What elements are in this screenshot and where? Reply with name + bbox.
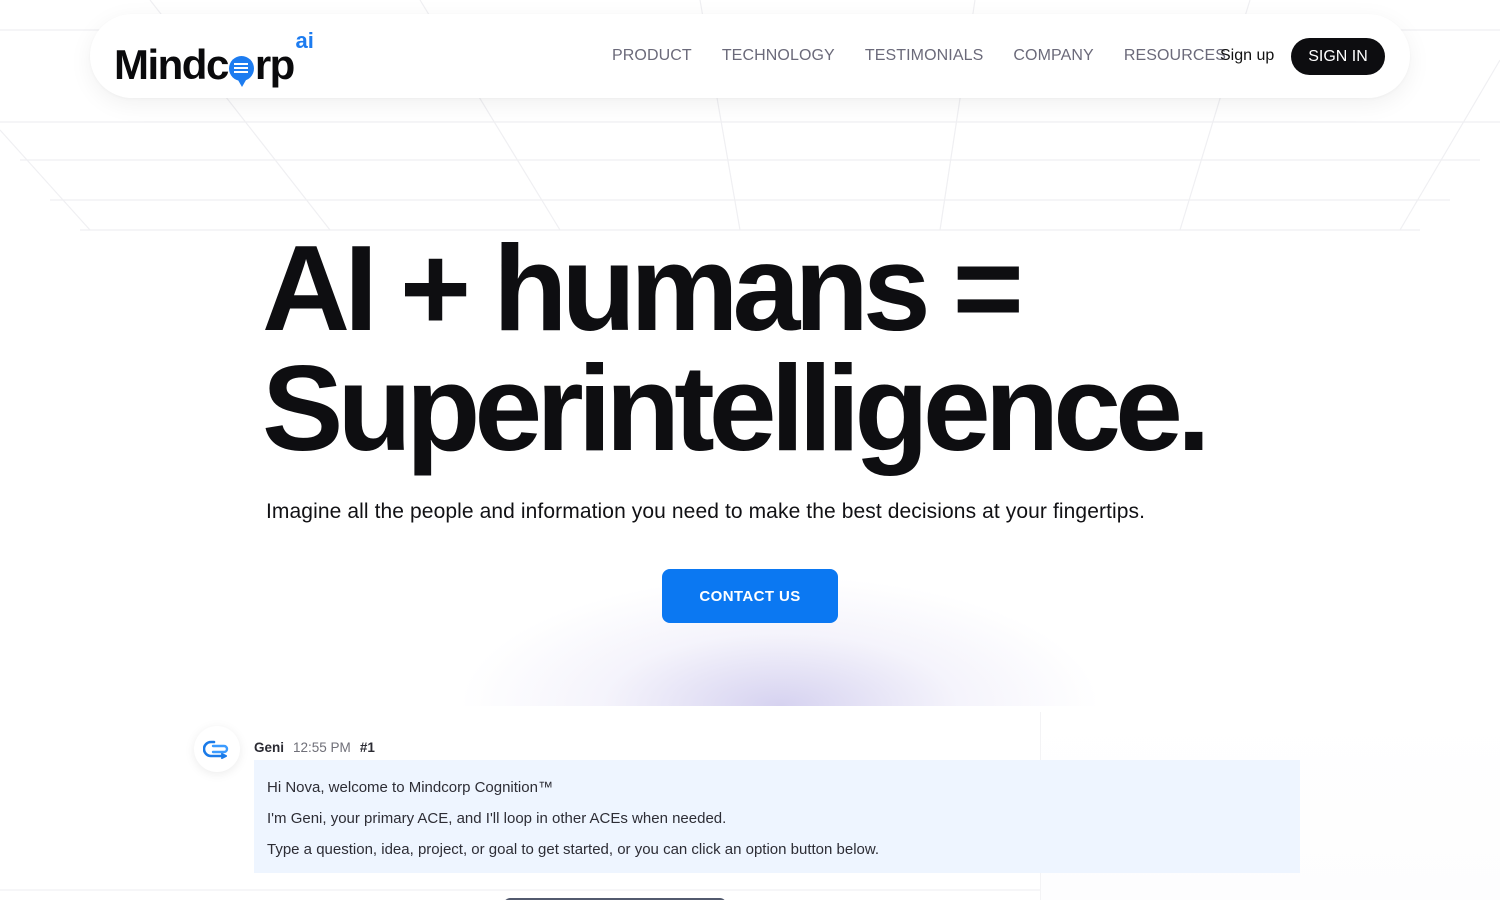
- chat-message-number: #1: [359, 740, 375, 755]
- sign-in-button[interactable]: SIGN IN: [1291, 38, 1385, 75]
- chat-preview: Geni 12:55 PM #1 Hi Nova, welcome to Min…: [194, 724, 1304, 900]
- geni-avatar: [194, 726, 240, 772]
- nav-link-company[interactable]: COMPANY: [1013, 47, 1093, 65]
- nav-link-resources[interactable]: RESOURCES: [1124, 47, 1226, 65]
- logo-wordmark: Mindc rp: [114, 41, 295, 88]
- main-nav: PRODUCT TECHNOLOGY TESTIMONIALS COMPANY …: [612, 14, 1226, 98]
- hero-title-line-2: Superintelligence.: [262, 340, 1211, 476]
- nav-link-product[interactable]: PRODUCT: [612, 47, 692, 65]
- hero-subtitle: Imagine all the people and information y…: [266, 500, 1146, 523]
- navbar: Mindc rp ai PRODUCT TECHNOLOGY TESTIMONIA…: [90, 14, 1410, 98]
- mindcorp-logo[interactable]: Mindc rp ai: [114, 28, 314, 88]
- contact-us-button[interactable]: CONTACT US: [662, 569, 838, 623]
- logo-ai-superscript: ai: [295, 28, 314, 53]
- chat-sender-name: Geni: [254, 740, 285, 755]
- nav-link-technology[interactable]: TECHNOLOGY: [722, 47, 835, 65]
- nav-link-testimonials[interactable]: TESTIMONIALS: [865, 47, 984, 65]
- chat-line-instructions: Type a question, idea, project, or goal …: [267, 841, 880, 858]
- sign-up-link[interactable]: Sign up: [1220, 14, 1274, 98]
- mindcorp-loop-icon: [203, 740, 229, 759]
- chat-timestamp: 12:55 PM: [293, 740, 351, 755]
- chat-message-bubble: Hi Nova, welcome to Mindcorp Cognition™ …: [254, 760, 1300, 873]
- chat-message-meta: Geni 12:55 PM #1: [254, 740, 375, 755]
- hero-title-line-1: AI + humans =: [262, 220, 1024, 356]
- chat-line-intro: I'm Geni, your primary ACE, and I'll loo…: [267, 810, 727, 827]
- chat-line-welcome: Hi Nova, welcome to Mindcorp Cognition™: [267, 779, 553, 796]
- hero-title: AI + humans = Superintelligence.: [262, 220, 1211, 476]
- chat-bubble-icon: [228, 56, 254, 87]
